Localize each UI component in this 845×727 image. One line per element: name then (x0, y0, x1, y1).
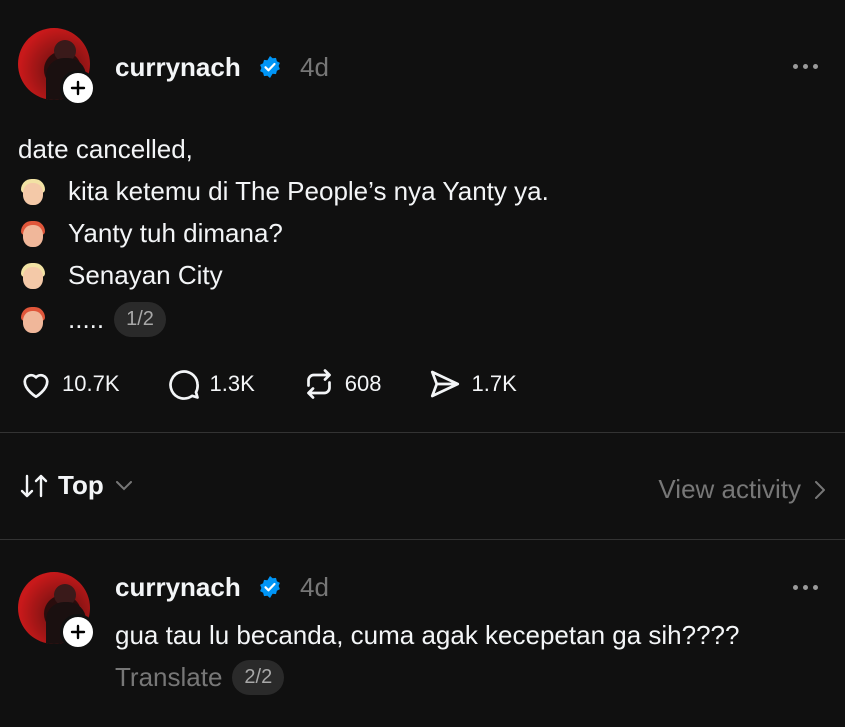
post-line-text: kita ketemu di The People’s nya Yanty ya… (68, 176, 549, 206)
post-line-text: Senayan City (68, 260, 223, 290)
more-options-icon[interactable] (793, 64, 818, 69)
repost-button[interactable]: 608 (301, 366, 382, 402)
heart-icon (23, 373, 49, 399)
blond-person-emoji-icon (18, 177, 48, 207)
reply-username[interactable]: currynach (115, 572, 241, 603)
sort-label: Top (58, 470, 104, 500)
follow-plus-icon[interactable] (60, 614, 96, 650)
post-line-text: date cancelled, (18, 134, 193, 164)
divider (0, 432, 845, 433)
post-line: ..... 1/2 (18, 302, 166, 337)
red-hair-person-emoji-icon (18, 305, 48, 335)
reply-time: 4d (300, 572, 329, 602)
like-count: 10.7K (62, 371, 120, 396)
sort-arrows-icon (18, 472, 50, 500)
send-icon (431, 370, 460, 398)
comment-count: 1.3K (209, 371, 255, 396)
view-activity-link[interactable]: View activity (658, 474, 825, 505)
post-line: Yanty tuh dimana? (18, 218, 283, 249)
post-line-text: ..... (68, 304, 105, 334)
like-button[interactable]: 10.7K (18, 366, 120, 402)
sort-dropdown[interactable]: Top (18, 470, 132, 501)
post-actions: 10.7K 1.3K 608 1.7K (18, 366, 563, 402)
blond-person-emoji-icon (18, 261, 48, 291)
divider (0, 539, 845, 540)
chevron-down-icon (115, 480, 132, 490)
reply-text: gua tau lu becanda, cuma agak kecepetan … (115, 620, 740, 650)
repost-icon (306, 369, 331, 399)
post-time: 4d (300, 52, 329, 82)
verified-badge-icon (260, 56, 280, 78)
comment-icon (168, 370, 199, 400)
page-indicator: 1/2 (114, 302, 166, 337)
follow-plus-icon[interactable] (60, 70, 96, 106)
more-options-icon[interactable] (793, 585, 818, 590)
post-line: kita ketemu di The People’s nya Yanty ya… (18, 176, 549, 207)
verified-badge-icon (260, 576, 280, 598)
translate-link[interactable]: Translate (115, 662, 222, 693)
repost-count: 608 (344, 371, 382, 396)
page-indicator: 2/2 (232, 660, 285, 695)
translate-row: Translate 2/2 (115, 660, 285, 695)
post-username[interactable]: currynach (115, 52, 241, 83)
post-line-text: Yanty tuh dimana? (68, 218, 283, 248)
post-line: date cancelled, (18, 134, 193, 165)
view-activity-label: View activity (658, 474, 801, 504)
red-hair-person-emoji-icon (18, 219, 48, 249)
post-line: Senayan City (18, 260, 223, 291)
share-count: 1.7K (471, 371, 517, 396)
comment-button[interactable]: 1.3K (166, 366, 255, 402)
chevron-right-icon (815, 480, 825, 499)
share-button[interactable]: 1.7K (427, 366, 517, 402)
